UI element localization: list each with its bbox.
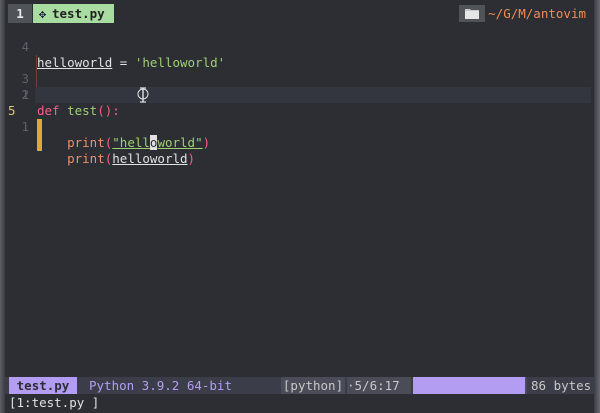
tab-number[interactable]: 1 [8, 4, 32, 23]
code-text: print(helloworld) [67, 151, 196, 166]
code-line[interactable]: 1 print(helloworld) [5, 103, 594, 166]
command-line[interactable]: [1:test.py ] [5, 395, 99, 411]
tabline: 1 ✥ test.py ~/G/M/antovim [5, 4, 594, 23]
python-icon: ✥ [38, 6, 47, 21]
code-line[interactable]: 4 helloworld = 'helloworld' [5, 23, 594, 70]
mouse-ibeam-icon [137, 87, 149, 103]
folder-icon [459, 5, 485, 22]
editor-window: 1 ✥ test.py ~/G/M/antovim 4 helloworld = … [0, 0, 600, 413]
status-progress-bar [413, 377, 527, 394]
window-right-edge [594, 0, 600, 413]
git-change-sign [37, 119, 42, 135]
status-python-version[interactable]: Python 3.9.2 64-bit [89, 377, 232, 394]
code-line[interactable]: 3 [5, 39, 594, 86]
git-change-sign [37, 135, 42, 151]
current-directory: ~/G/M/antovim [488, 6, 586, 21]
code-line[interactable]: 1 def test(): [5, 71, 594, 118]
tab-label: test.py [52, 6, 105, 21]
statusline: test.py Python 3.9.2 64-bit [python] ·5/… [5, 377, 594, 394]
status-filetype: [python] [281, 377, 345, 394]
line-number: 1 [21, 119, 29, 134]
status-position: ·5/6:17 [347, 377, 411, 394]
status-filename: test.py [9, 377, 77, 394]
tab-test-py[interactable]: ✥ test.py [33, 4, 114, 23]
code-text: print("helloworld") [67, 135, 211, 150]
status-progress-fill [413, 377, 525, 394]
code-line[interactable]: 2 [5, 55, 594, 102]
code-line-current[interactable]: 5 print("helloworld") [5, 87, 594, 150]
status-file-size: 86 bytes [531, 378, 592, 393]
